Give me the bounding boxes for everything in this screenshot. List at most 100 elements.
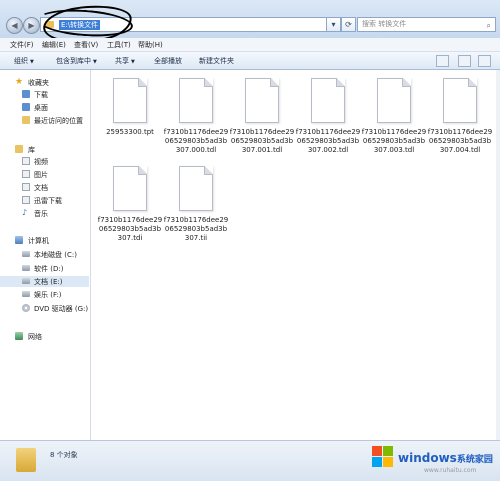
nav-pictures[interactable]: 图片 bbox=[0, 169, 89, 180]
picture-icon bbox=[22, 170, 30, 178]
drive-icon bbox=[22, 278, 30, 284]
play-all-button[interactable]: 全部播放 bbox=[154, 56, 182, 66]
nav-label: 迅雷下载 bbox=[34, 197, 62, 205]
file-icon bbox=[179, 78, 213, 123]
nav-videos[interactable]: 视频 bbox=[0, 156, 89, 167]
watermark-brand: windows系统家园 bbox=[398, 451, 493, 465]
file-name: f7310b1176dee2906529803b5ad3b307.tii bbox=[163, 216, 229, 242]
menu-view[interactable]: 查看(V) bbox=[74, 40, 98, 50]
recent-places-icon bbox=[22, 116, 30, 124]
menu-bar: 文件(F) 编辑(E) 查看(V) 工具(T) 帮助(H) bbox=[0, 38, 500, 52]
menu-help[interactable]: 帮助(H) bbox=[138, 40, 163, 50]
file-item[interactable]: f7310b1176dee2906529803b5ad3b307.001.tdl bbox=[229, 78, 295, 155]
file-item[interactable]: f7310b1176dee2906529803b5ad3b307.tdi bbox=[97, 166, 163, 243]
navigation-pane: ★ 收藏夹 下载 桌面 最近访问的位置 库 视频 图片 文档 迅雷下载 ♪ 音乐… bbox=[0, 70, 91, 440]
nav-drive-d[interactable]: 软件 (D:) bbox=[0, 263, 89, 274]
network-icon bbox=[15, 332, 23, 340]
nav-drive-e[interactable]: 文档 (E:) bbox=[0, 276, 89, 287]
file-item[interactable]: f7310b1176dee2906529803b5ad3b307.003.tdl bbox=[361, 78, 427, 155]
watermark: windows系统家园 www.ruhaitu.com bbox=[372, 442, 496, 478]
nav-favorites[interactable]: ★ 收藏夹 bbox=[0, 77, 89, 88]
organize-button[interactable]: 组织 ▼ bbox=[14, 56, 34, 66]
nav-label: 网络 bbox=[28, 333, 42, 341]
windows-logo-icon bbox=[372, 446, 394, 468]
computer-icon bbox=[15, 236, 23, 244]
menu-tools[interactable]: 工具(T) bbox=[107, 40, 131, 50]
watermark-url: www.ruhaitu.com bbox=[424, 467, 477, 474]
library-icon bbox=[15, 145, 23, 153]
video-icon bbox=[22, 157, 30, 165]
nav-network[interactable]: 网络 bbox=[0, 331, 89, 342]
nav-label: 软件 (D:) bbox=[34, 265, 64, 273]
chevron-down-icon: ▼ bbox=[131, 59, 135, 65]
file-list: 25953300.tpt f7310b1176dee2906529803b5ad… bbox=[91, 70, 496, 440]
nav-label: 图片 bbox=[34, 171, 48, 179]
explorer-window: ◀ ▶ E:\转换文件 ▾ ⟳ 搜索 转换文件 ⌕ 文件(F) 编辑(E) 查看… bbox=[0, 0, 500, 481]
nav-documents[interactable]: 文档 bbox=[0, 182, 89, 193]
preview-pane-icon[interactable] bbox=[458, 55, 471, 67]
address-row: ◀ ▶ E:\转换文件 ▾ ⟳ 搜索 转换文件 ⌕ bbox=[0, 0, 500, 47]
view-options-icon[interactable] bbox=[436, 55, 449, 67]
file-icon bbox=[245, 78, 279, 123]
new-folder-button[interactable]: 新建文件夹 bbox=[199, 56, 234, 66]
nav-label: DVD 驱动器 (G:) bbox=[34, 305, 89, 313]
vertical-scrollbar[interactable] bbox=[496, 70, 500, 440]
nav-xunlei-downloads[interactable]: 迅雷下载 bbox=[0, 195, 89, 206]
search-icon: ⌕ bbox=[486, 21, 491, 30]
nav-libraries[interactable]: 库 bbox=[0, 144, 89, 155]
share-button[interactable]: 共享 ▼ bbox=[115, 56, 135, 66]
file-item[interactable]: f7310b1176dee2906529803b5ad3b307.tii bbox=[163, 166, 229, 243]
include-label: 包含到库中 bbox=[56, 57, 91, 65]
help-icon[interactable] bbox=[478, 55, 491, 67]
drive-icon bbox=[22, 251, 30, 257]
back-button[interactable]: ◀ bbox=[6, 17, 23, 34]
nav-computer[interactable]: 计算机 bbox=[0, 235, 89, 246]
refresh-button[interactable]: ⟳ bbox=[341, 17, 356, 32]
file-icon bbox=[113, 166, 147, 211]
folder-icon bbox=[16, 448, 36, 472]
star-icon: ★ bbox=[15, 77, 24, 87]
file-name: f7310b1176dee2906529803b5ad3b307.000.tdl bbox=[163, 128, 229, 154]
dvd-drive-icon bbox=[22, 304, 30, 312]
nav-label: 最近访问的位置 bbox=[34, 117, 83, 125]
file-icon bbox=[311, 78, 345, 123]
item-count: 8 个对象 bbox=[50, 451, 78, 459]
menu-edit[interactable]: 编辑(E) bbox=[42, 40, 66, 50]
chevron-down-icon: ▼ bbox=[93, 59, 97, 65]
include-in-library-button[interactable]: 包含到库中 ▼ bbox=[56, 56, 97, 66]
nav-desktop[interactable]: 桌面 bbox=[0, 102, 89, 113]
file-item[interactable]: f7310b1176dee2906529803b5ad3b307.000.tdl bbox=[163, 78, 229, 155]
document-icon bbox=[22, 183, 30, 191]
download-folder-icon bbox=[22, 196, 30, 204]
nav-drive-c[interactable]: 本地磁盘 (C:) bbox=[0, 249, 89, 260]
nav-downloads[interactable]: 下载 bbox=[0, 89, 89, 100]
nav-label: 文档 (E:) bbox=[34, 278, 63, 286]
nav-label: 库 bbox=[28, 146, 35, 154]
file-name: f7310b1176dee2906529803b5ad3b307.003.tdl bbox=[361, 128, 427, 154]
file-name: f7310b1176dee2906529803b5ad3b307.001.tdl bbox=[229, 128, 295, 154]
search-input[interactable]: 搜索 转换文件 ⌕ bbox=[357, 17, 496, 32]
file-item[interactable]: f7310b1176dee2906529803b5ad3b307.002.tdl bbox=[295, 78, 361, 155]
file-icon bbox=[377, 78, 411, 123]
file-name: f7310b1176dee2906529803b5ad3b307.004.tdl bbox=[427, 128, 493, 154]
file-icon bbox=[113, 78, 147, 123]
nav-label: 文档 bbox=[34, 184, 48, 192]
file-item[interactable]: f7310b1176dee2906529803b5ad3b307.004.tdl bbox=[427, 78, 493, 155]
desktop-icon bbox=[22, 103, 30, 111]
nav-music[interactable]: ♪ 音乐 bbox=[0, 208, 89, 219]
drive-icon bbox=[22, 265, 30, 271]
nav-recent-places[interactable]: 最近访问的位置 bbox=[0, 115, 89, 126]
nav-drive-f[interactable]: 娱乐 (F:) bbox=[0, 289, 89, 300]
address-dropdown-button[interactable]: ▾ bbox=[326, 17, 341, 32]
nav-drive-g[interactable]: DVD 驱动器 (G:) bbox=[0, 303, 89, 314]
menu-file[interactable]: 文件(F) bbox=[10, 40, 34, 50]
nav-label: 本地磁盘 (C:) bbox=[34, 251, 77, 259]
music-icon: ♪ bbox=[22, 208, 28, 217]
drive-icon bbox=[22, 291, 30, 297]
search-placeholder: 搜索 转换文件 bbox=[362, 20, 407, 28]
watermark-brand-cn: 系统家园 bbox=[456, 455, 493, 465]
file-name: f7310b1176dee2906529803b5ad3b307.tdi bbox=[97, 216, 163, 242]
chevron-down-icon: ▼ bbox=[30, 59, 34, 65]
file-item[interactable]: 25953300.tpt bbox=[97, 78, 163, 137]
downloads-folder-icon bbox=[22, 90, 30, 98]
